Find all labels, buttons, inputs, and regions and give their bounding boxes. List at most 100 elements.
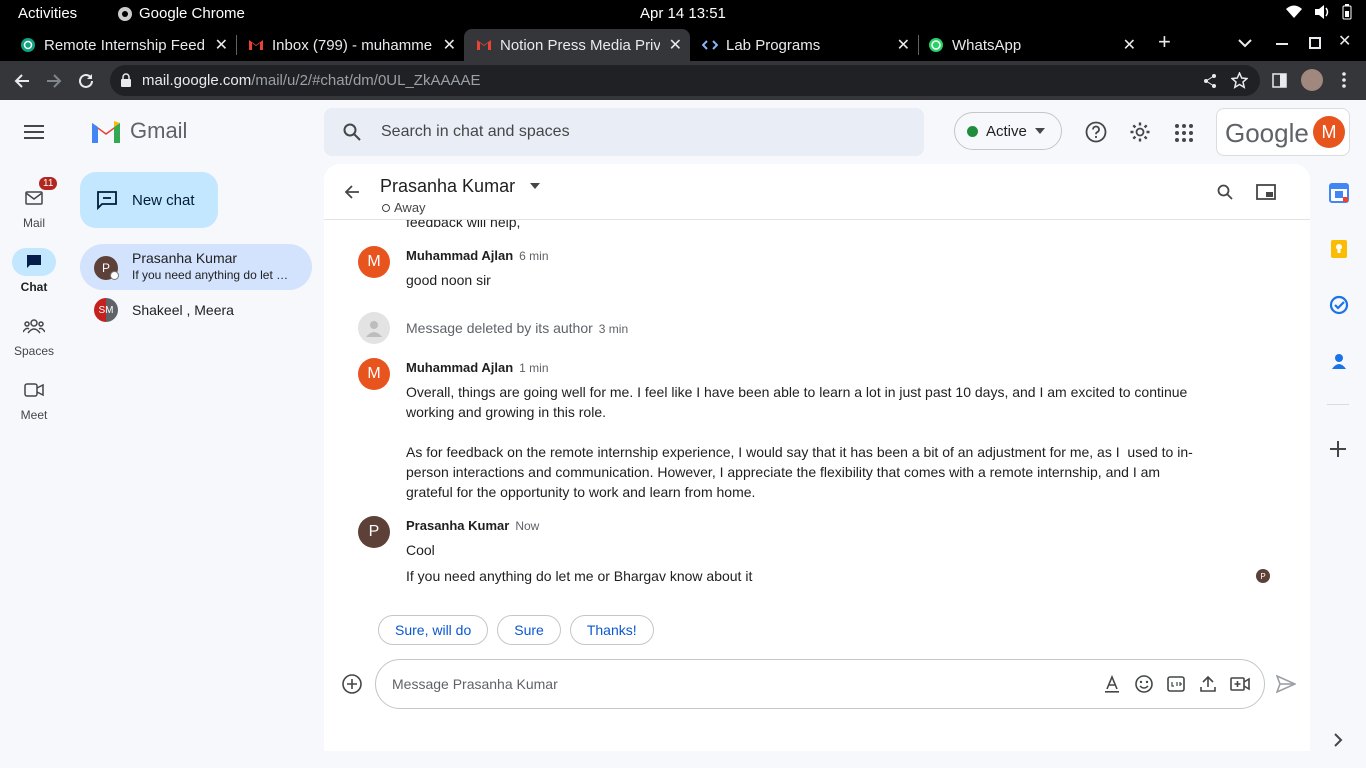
calendar-icon[interactable]: [1329, 183, 1349, 203]
tab-inbox[interactable]: Inbox (799) - muhammed ✕: [236, 29, 464, 61]
smart-replies: Sure, will do Sure Thanks!: [378, 615, 654, 645]
share-icon[interactable]: [1202, 73, 1218, 89]
tab-notion-press[interactable]: Notion Press Media Priv ✕: [464, 29, 690, 61]
system-tray[interactable]: [1286, 4, 1352, 20]
message-text: Cool: [406, 542, 435, 558]
conversation-item[interactable]: SM Shakeel , Meera: [80, 287, 312, 333]
tab-lab-programs[interactable]: Lab Programs ✕: [690, 29, 918, 61]
tab-whatsapp[interactable]: WhatsApp ✕: [916, 29, 1144, 61]
forward-icon[interactable]: [44, 71, 64, 91]
gmail-logo[interactable]: Gmail: [90, 118, 187, 144]
chat-title[interactable]: Prasanha Kumar: [380, 176, 515, 197]
pop-out-icon[interactable]: [1256, 184, 1276, 200]
tab-remote-internship[interactable]: Remote Internship Feed ✕: [8, 29, 236, 61]
smart-reply-chip[interactable]: Thanks!: [569, 615, 654, 645]
more-vert-icon[interactable]: [1342, 72, 1346, 88]
spaces-icon: [23, 319, 45, 334]
rail-meet[interactable]: Meet: [0, 376, 68, 422]
close-tab-icon[interactable]: ✕: [1123, 35, 1136, 55]
smart-reply-chip[interactable]: Sure: [497, 615, 561, 645]
gmail-logo-icon: [92, 121, 120, 143]
message-input[interactable]: Message Prasanha Kumar: [392, 676, 558, 692]
tab-search-chevron-icon[interactable]: [1238, 38, 1252, 48]
activities-button[interactable]: Activities: [18, 5, 77, 22]
deleted-user-icon: [358, 312, 390, 344]
close-tab-icon[interactable]: ✕: [669, 35, 682, 55]
app-menu[interactable]: Google Chrome: [117, 5, 245, 22]
address-bar[interactable]: mail.google.com/mail/u/2/#chat/dm/0UL_Zk…: [110, 65, 1260, 96]
app-name: Google Chrome: [139, 5, 245, 22]
gif-icon[interactable]: [1166, 674, 1186, 694]
clock[interactable]: Apr 14 13:51: [640, 5, 726, 22]
maximize-icon[interactable]: [1309, 37, 1321, 49]
contacts-icon[interactable]: [1329, 351, 1349, 371]
add-attachment-icon[interactable]: [342, 674, 362, 694]
video-meeting-icon[interactable]: [1230, 674, 1250, 694]
conversation-name: Shakeel , Meera: [132, 302, 234, 318]
dropdown-arrow-icon: [1034, 128, 1045, 134]
os-top-bar: Activities Google Chrome Apr 14 13:51: [0, 0, 1366, 27]
send-icon[interactable]: [1276, 675, 1296, 693]
back-icon[interactable]: [12, 71, 32, 91]
side-panel: [1310, 164, 1366, 768]
close-window-icon[interactable]: ✕: [1338, 31, 1351, 51]
gmail-icon: [249, 40, 263, 50]
reload-icon[interactable]: [76, 71, 96, 91]
active-status-dot: [967, 125, 978, 137]
back-arrow-icon[interactable]: [344, 184, 360, 200]
expand-panel-icon[interactable]: [1333, 733, 1343, 747]
keep-icon[interactable]: [1329, 239, 1349, 259]
status-dropdown[interactable]: Active: [954, 112, 1062, 150]
wifi-icon: [1286, 5, 1302, 18]
upload-icon[interactable]: [1198, 674, 1218, 694]
rail-spaces[interactable]: Spaces: [0, 312, 68, 358]
volume-icon: [1315, 5, 1329, 19]
search-bar[interactable]: Search in chat and spaces: [324, 108, 924, 156]
author-avatar: P: [358, 516, 390, 548]
chat-title-dropdown-icon[interactable]: [530, 183, 540, 189]
settings-gear-icon[interactable]: [1129, 121, 1151, 143]
help-icon[interactable]: [1085, 121, 1107, 143]
google-account-button[interactable]: Google M: [1216, 108, 1350, 156]
minimize-icon[interactable]: [1276, 43, 1288, 47]
side-panel-icon[interactable]: [1272, 73, 1287, 88]
close-tab-icon[interactable]: ✕: [215, 35, 228, 55]
smart-reply-chip[interactable]: Sure, will do: [378, 615, 489, 645]
mail-unread-badge: 11: [38, 176, 59, 191]
hamburger-menu-icon[interactable]: [24, 125, 44, 139]
search-in-chat-icon[interactable]: [1217, 184, 1233, 200]
rail-mail[interactable]: 11 Mail: [0, 176, 68, 230]
new-tab-icon[interactable]: +: [1158, 29, 1171, 55]
tab-title: Notion Press Media Priv: [500, 36, 660, 54]
bookmark-star-icon[interactable]: [1231, 72, 1248, 89]
message-author: Prasanha Kumar Now: [406, 518, 540, 533]
google-wordmark: Google: [1225, 118, 1309, 148]
add-addon-icon[interactable]: [1329, 440, 1347, 458]
close-tab-icon[interactable]: ✕: [897, 35, 910, 55]
gmail-icon: [477, 40, 491, 50]
message-text: Overall, things are going well for me. I…: [406, 384, 1193, 500]
apps-grid-icon[interactable]: [1175, 124, 1193, 142]
rail-chat[interactable]: Chat: [0, 248, 68, 294]
profile-avatar[interactable]: [1301, 69, 1323, 91]
chat-header: Prasanha Kumar Away: [324, 164, 1310, 220]
new-chat-button[interactable]: New chat: [80, 172, 218, 228]
message-text: If you need anything do let me or Bharga…: [406, 568, 753, 584]
text-format-icon[interactable]: [1102, 674, 1122, 694]
gmail-wordmark: Gmail: [130, 118, 188, 143]
video-camera-icon: [24, 383, 44, 397]
emoji-icon[interactable]: [1134, 674, 1154, 694]
search-icon[interactable]: [343, 123, 361, 141]
message-time: Now: [515, 519, 540, 533]
conversation-item[interactable]: P Prasanha Kumar If you need anything do…: [80, 244, 312, 290]
message-composer[interactable]: Message Prasanha Kumar: [375, 659, 1265, 709]
chat-icon: [27, 255, 41, 268]
tab-title: Lab Programs: [726, 36, 821, 54]
tasks-icon[interactable]: [1329, 295, 1349, 315]
chatgpt-icon: [21, 38, 35, 52]
mail-icon: [25, 191, 43, 205]
close-tab-icon[interactable]: ✕: [443, 35, 456, 55]
search-input[interactable]: Search in chat and spaces: [381, 123, 570, 141]
left-rail: 11 Mail Chat Spaces Meet: [0, 100, 68, 768]
new-chat-icon: [97, 191, 117, 210]
